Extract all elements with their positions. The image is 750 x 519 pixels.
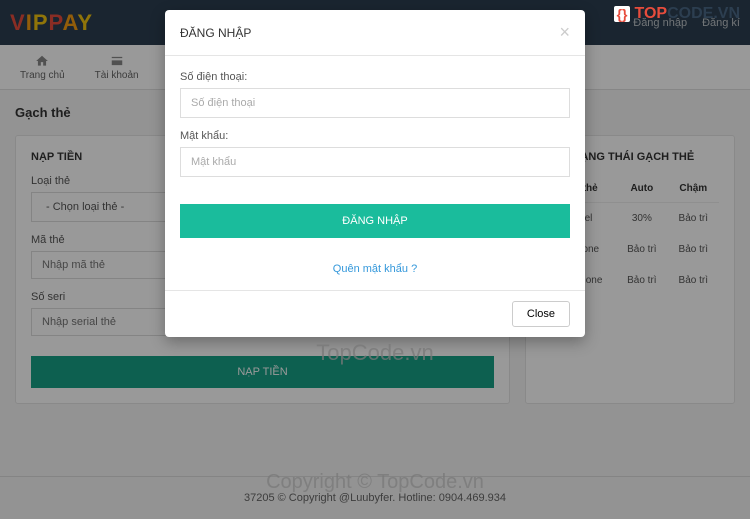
forgot-password-link[interactable]: Quên mật khẩu ? xyxy=(180,263,570,275)
password-input[interactable] xyxy=(180,147,570,177)
login-submit-button[interactable]: ĐĂNG NHẬP xyxy=(180,204,570,238)
login-modal: ĐĂNG NHẬP × Số điện thoại: Mật khẩu: ĐĂN… xyxy=(165,10,585,337)
modal-title: ĐĂNG NHẬP xyxy=(180,26,251,40)
modal-close-x[interactable]: × xyxy=(559,22,570,43)
phone-input[interactable] xyxy=(180,88,570,118)
modal-close-button[interactable]: Close xyxy=(512,301,570,327)
watermark-logo: {}TOPCODE.VN xyxy=(614,5,740,23)
password-label: Mật khẩu: xyxy=(180,130,570,142)
phone-label: Số điện thoại: xyxy=(180,71,570,83)
